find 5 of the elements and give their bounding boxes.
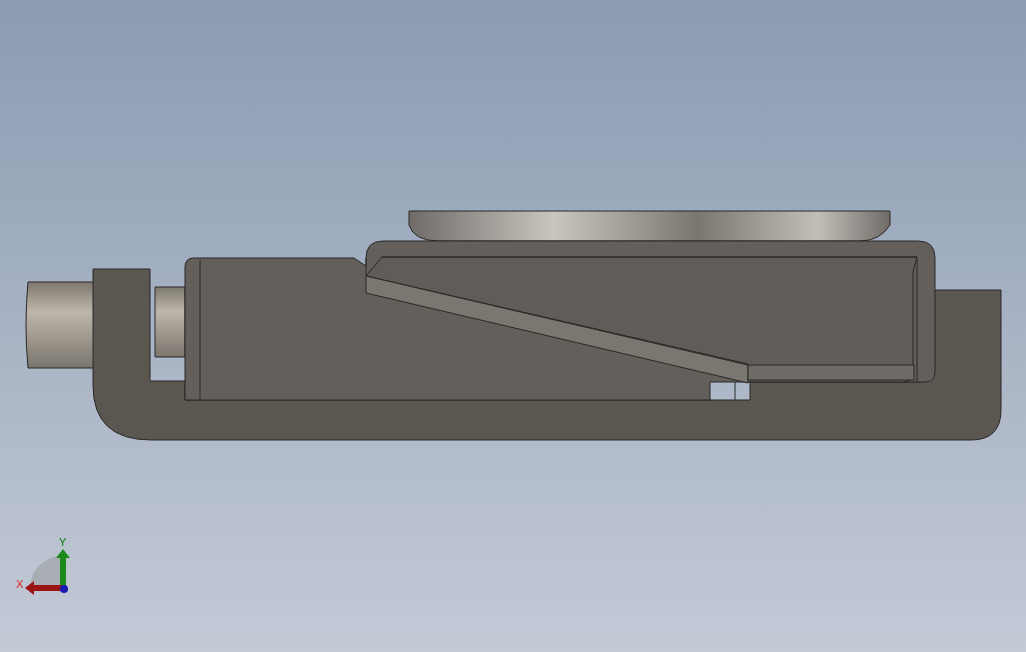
z-axis-dot-icon	[60, 585, 68, 593]
y-axis-arrow-icon	[56, 549, 70, 587]
y-axis-label: Y	[59, 536, 67, 548]
x-axis-label: X	[16, 578, 24, 590]
x-axis-arrow-icon	[25, 581, 63, 595]
